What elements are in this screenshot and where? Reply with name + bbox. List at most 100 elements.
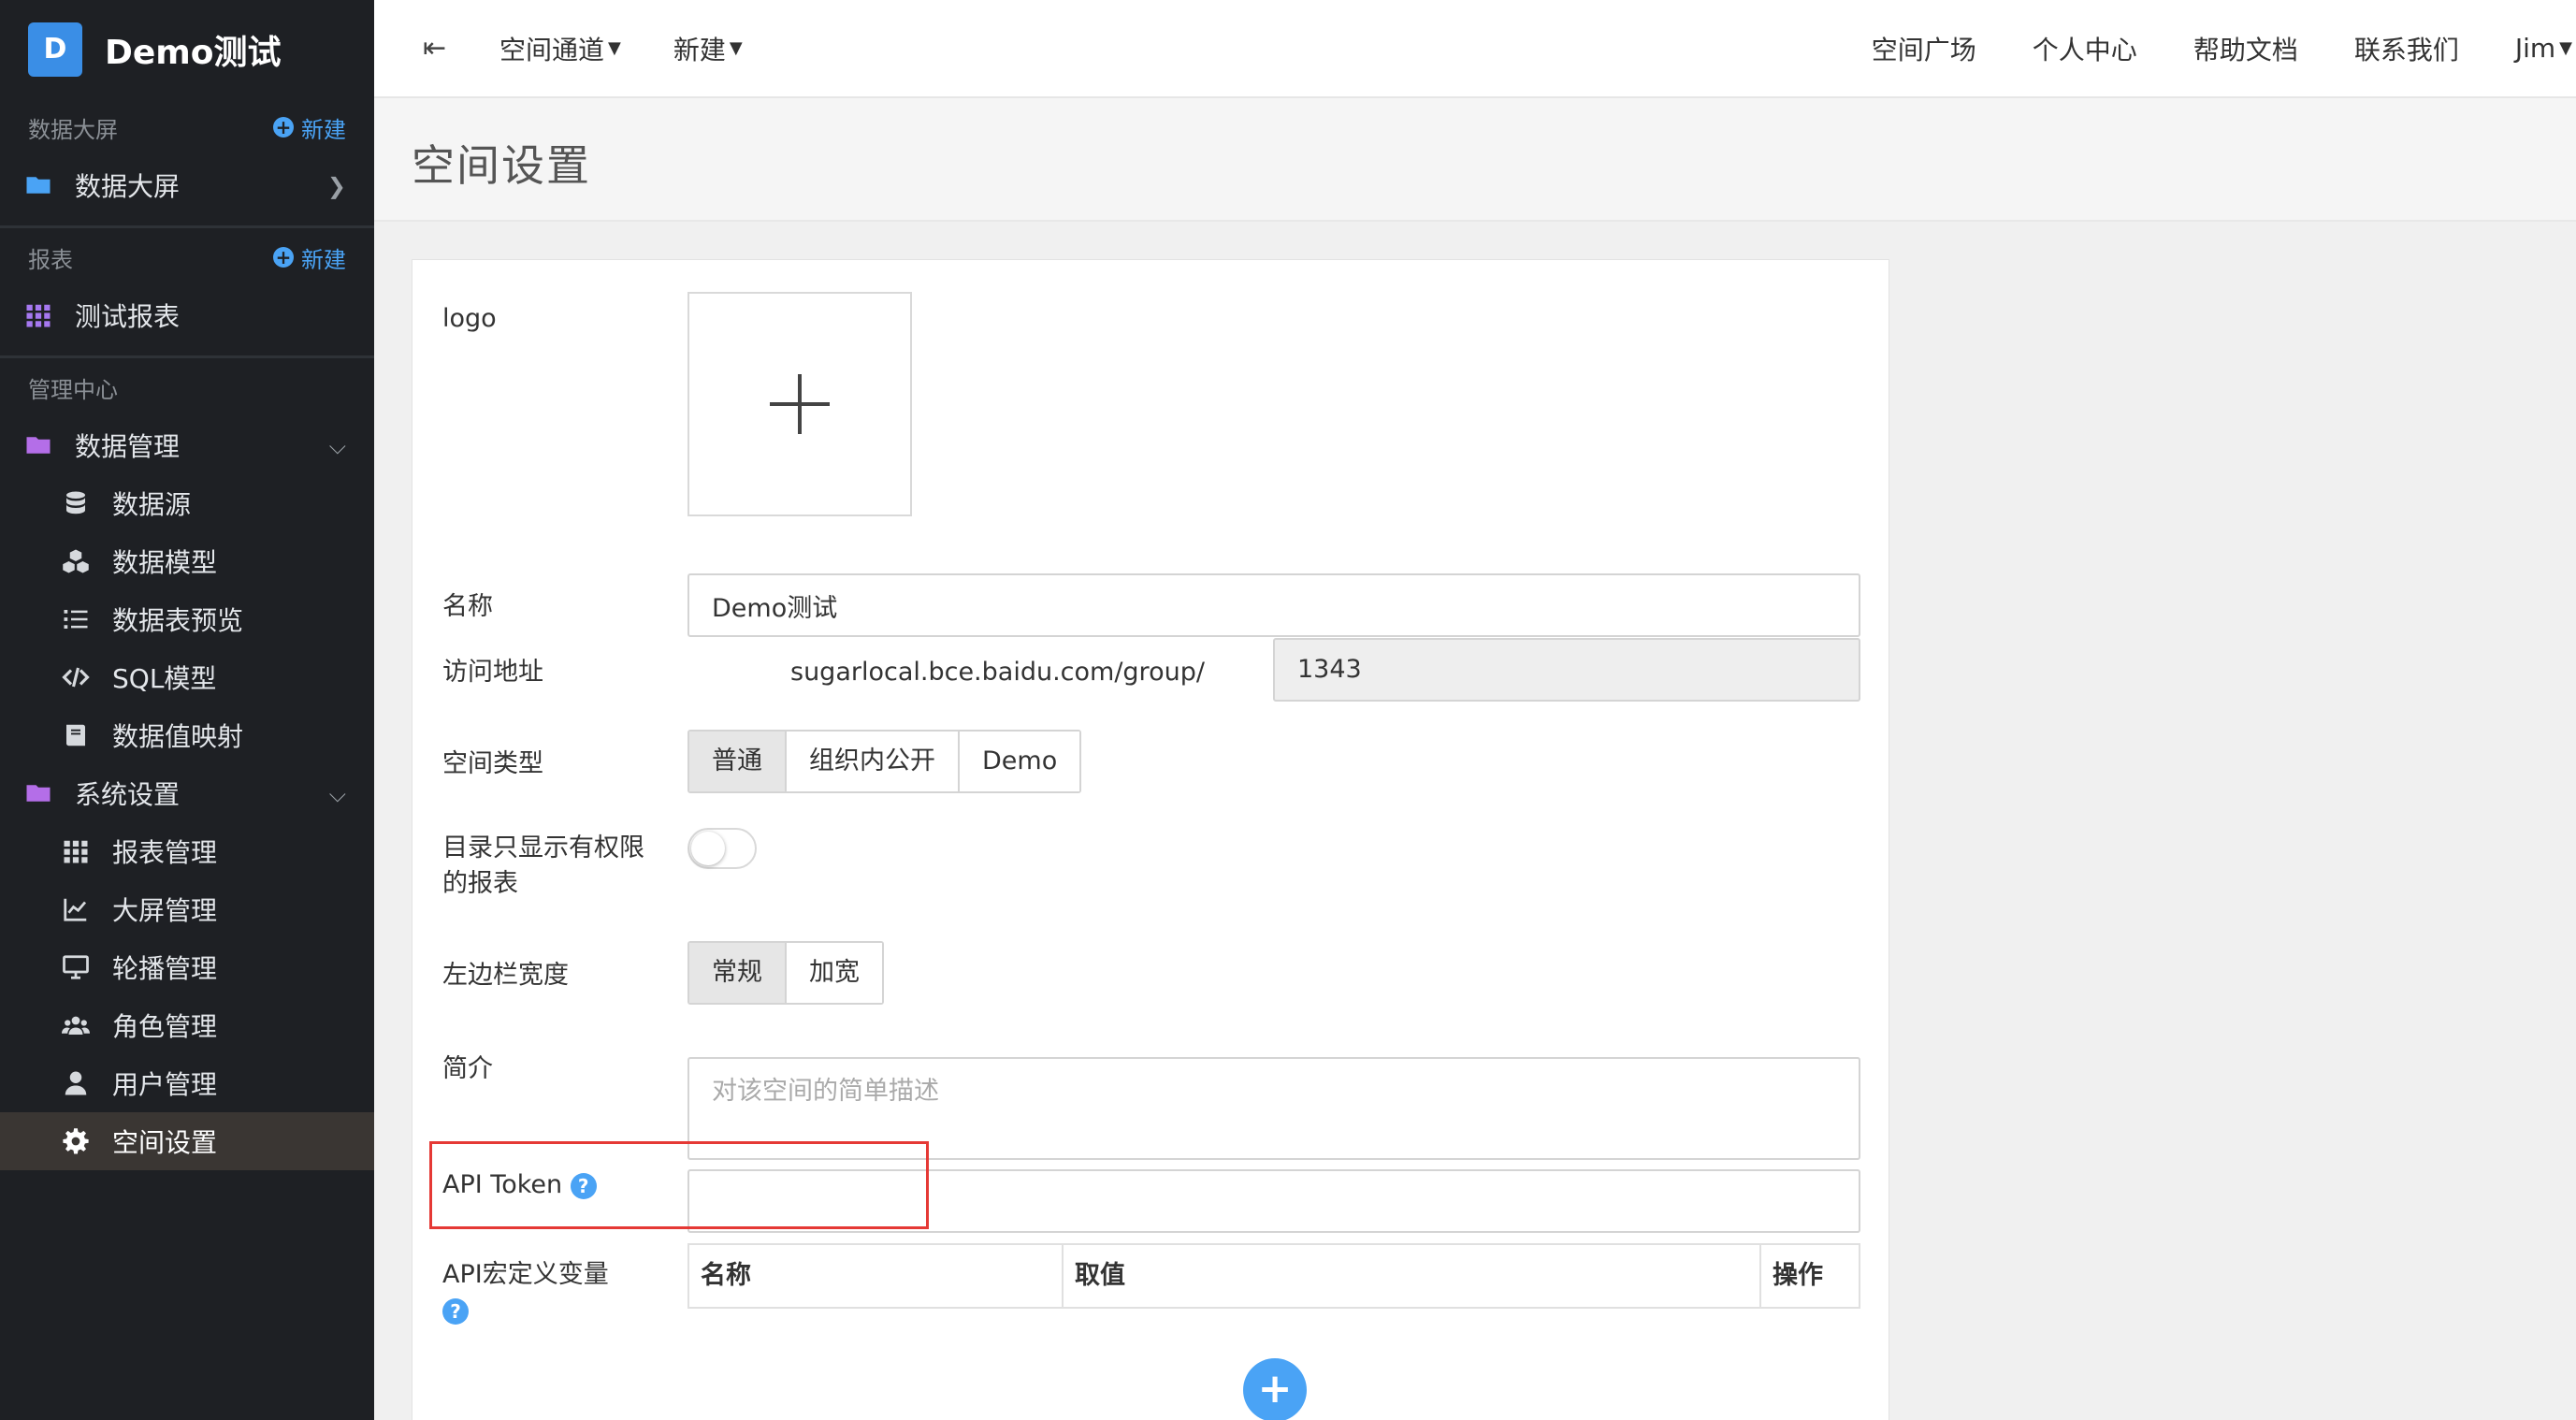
sidebar-item-label: 数据表预览	[112, 605, 244, 636]
sidebar-width-wide[interactable]: 加宽	[787, 943, 882, 1003]
address-input[interactable]: 1343	[1273, 638, 1860, 702]
help-icon[interactable]: ?	[442, 1297, 469, 1325]
logo-upload[interactable]	[687, 292, 912, 516]
cubes-icon	[60, 545, 92, 577]
topbar-right: 空间广场 个人中心 帮助文档 联系我们 Jim ▼	[1872, 30, 2576, 67]
user-icon	[60, 1067, 92, 1099]
column-header-name: 名称	[689, 1245, 1064, 1307]
sidebar-item-role-management[interactable]: 角色管理	[0, 996, 374, 1054]
plus-icon	[770, 374, 830, 434]
database-icon	[60, 487, 92, 519]
column-header-actions: 操作	[1773, 1261, 1823, 1290]
sidebar-item-label: 数据模型	[112, 547, 218, 578]
dir-permission-toggle[interactable]	[687, 828, 757, 869]
sidebar-item-datasource[interactable]: 数据源	[0, 474, 374, 532]
book-icon	[60, 719, 92, 751]
section-header-screens: 数据大屏 + 新建	[0, 98, 374, 156]
new-screen-button[interactable]: + 新建	[273, 111, 346, 144]
sidebar-item-system-settings[interactable]: 系统设置 ⌵	[0, 764, 374, 822]
topbar-left: ⇤ 空间通道 ▼ 新建 ▼	[374, 30, 795, 67]
space-type-normal[interactable]: 普通	[689, 732, 787, 791]
sidebar-item-label: 测试报表	[75, 301, 181, 332]
space-type-org-public[interactable]: 组织内公开	[787, 732, 960, 791]
list-icon	[60, 603, 92, 635]
sidebar-item-report-management[interactable]: 报表管理	[0, 822, 374, 880]
plus-circle-icon: +	[273, 247, 294, 268]
sidebar-item-test-report[interactable]: 测试报表	[0, 286, 374, 344]
sidebar-item-carousel-management[interactable]: 轮播管理	[0, 938, 374, 996]
folder-icon	[22, 777, 54, 809]
sidebar-item-label: 数据管理	[75, 431, 181, 462]
users-icon	[60, 1009, 92, 1041]
folder-icon	[22, 169, 54, 201]
chart-icon	[60, 893, 92, 925]
sidebar-width-selector: 常规 加宽	[687, 941, 884, 1005]
sidebar-item-label: 空间设置	[112, 1127, 218, 1158]
code-icon	[60, 661, 92, 693]
sidebar-item-label: 数据源	[112, 489, 192, 520]
grid-icon	[22, 299, 54, 331]
brand: D Demo测试	[0, 0, 374, 98]
space-square-link[interactable]: 空间广场	[1872, 30, 1976, 67]
sidebar-item-data-screen[interactable]: 数据大屏 ❯	[0, 156, 374, 214]
settings-form: logo 名称 访问地址 sugarlocal.bce.baidu.com/gr…	[412, 259, 1889, 1420]
chevron-down-icon: ⌵	[328, 433, 346, 459]
new-dropdown[interactable]: 新建 ▼	[673, 30, 743, 67]
sidebar-item-label: 轮播管理	[112, 953, 218, 984]
name-label: 名称	[442, 592, 493, 621]
user-menu[interactable]: Jim ▼	[2515, 33, 2572, 64]
add-variable-button[interactable]: +	[1243, 1358, 1307, 1420]
sidebar-item-data-model[interactable]: 数据模型	[0, 532, 374, 590]
dir-permission-label: 目录只显示有权限的报表	[442, 833, 644, 898]
highlight-box	[429, 1141, 929, 1229]
contact-us-link[interactable]: 联系我们	[2354, 30, 2459, 67]
main-content: logo 名称 访问地址 sugarlocal.bce.baidu.com/gr…	[374, 222, 2576, 1420]
monitor-icon	[60, 951, 92, 983]
space-type-selector: 普通 组织内公开 Demo	[687, 730, 1082, 793]
section-title: 报表	[28, 246, 73, 273]
space-type-demo[interactable]: Demo	[960, 732, 1080, 791]
sidebar-width-label: 左边栏宽度	[442, 961, 569, 990]
chevron-right-icon: ❯	[326, 173, 346, 199]
brand-logo: D	[28, 22, 82, 77]
space-channel-dropdown[interactable]: 空间通道 ▼	[499, 30, 621, 67]
intro-label: 简介	[442, 1054, 493, 1083]
gear-icon	[60, 1125, 92, 1157]
sidebar-item-label: 角色管理	[112, 1011, 218, 1042]
chevron-down-icon: ⌵	[328, 781, 346, 807]
sidebar-width-normal[interactable]: 常规	[689, 943, 787, 1003]
logo-label: logo	[442, 304, 497, 333]
brand-title: Demo测试	[105, 33, 282, 72]
topbar: ⇤ 空间通道 ▼ 新建 ▼ 空间广场 个人中心 帮助文档 联系我们 Jim ▼	[374, 0, 2576, 98]
sidebar-toggle-icon[interactable]: ⇤	[423, 32, 460, 65]
caret-down-icon: ▼	[608, 38, 621, 58]
section-title: 管理中心	[28, 376, 118, 403]
grid-icon	[60, 835, 92, 867]
address-label: 访问地址	[442, 658, 543, 687]
toggle-knob	[691, 832, 725, 865]
plus-circle-icon: +	[273, 117, 294, 138]
sidebar-item-screen-management[interactable]: 大屏管理	[0, 880, 374, 938]
sidebar-item-label: 大屏管理	[112, 895, 218, 926]
page-title: 空间设置	[412, 140, 591, 191]
api-macro-table: 名称 取值 操作	[687, 1243, 1860, 1309]
sidebar-item-table-preview[interactable]: 数据表预览	[0, 590, 374, 648]
sidebar-item-user-management[interactable]: 用户管理	[0, 1054, 374, 1112]
sidebar-item-label: 系统设置	[75, 779, 181, 810]
section-header-reports: 报表 + 新建	[0, 228, 374, 286]
sidebar-item-label: 报表管理	[112, 837, 218, 868]
section-header-admin: 管理中心	[0, 358, 374, 416]
name-input[interactable]	[687, 573, 1860, 637]
sidebar-item-space-settings[interactable]: 空间设置	[0, 1112, 374, 1170]
sidebar-item-sql-model[interactable]: SQL模型	[0, 648, 374, 706]
personal-center-link[interactable]: 个人中心	[2033, 30, 2137, 67]
sidebar-item-label: 数据大屏	[75, 171, 181, 202]
help-docs-link[interactable]: 帮助文档	[2193, 30, 2298, 67]
sidebar-item-label: 用户管理	[112, 1069, 218, 1100]
sidebar-item-label: SQL模型	[112, 663, 217, 694]
new-report-button[interactable]: + 新建	[273, 241, 346, 274]
sidebar-item-value-mapping[interactable]: 数据值映射	[0, 706, 374, 764]
section-title: 数据大屏	[28, 116, 118, 143]
api-macro-label: API宏定义变量 ?	[442, 1260, 609, 1325]
sidebar-item-data-management[interactable]: 数据管理 ⌵	[0, 416, 374, 474]
